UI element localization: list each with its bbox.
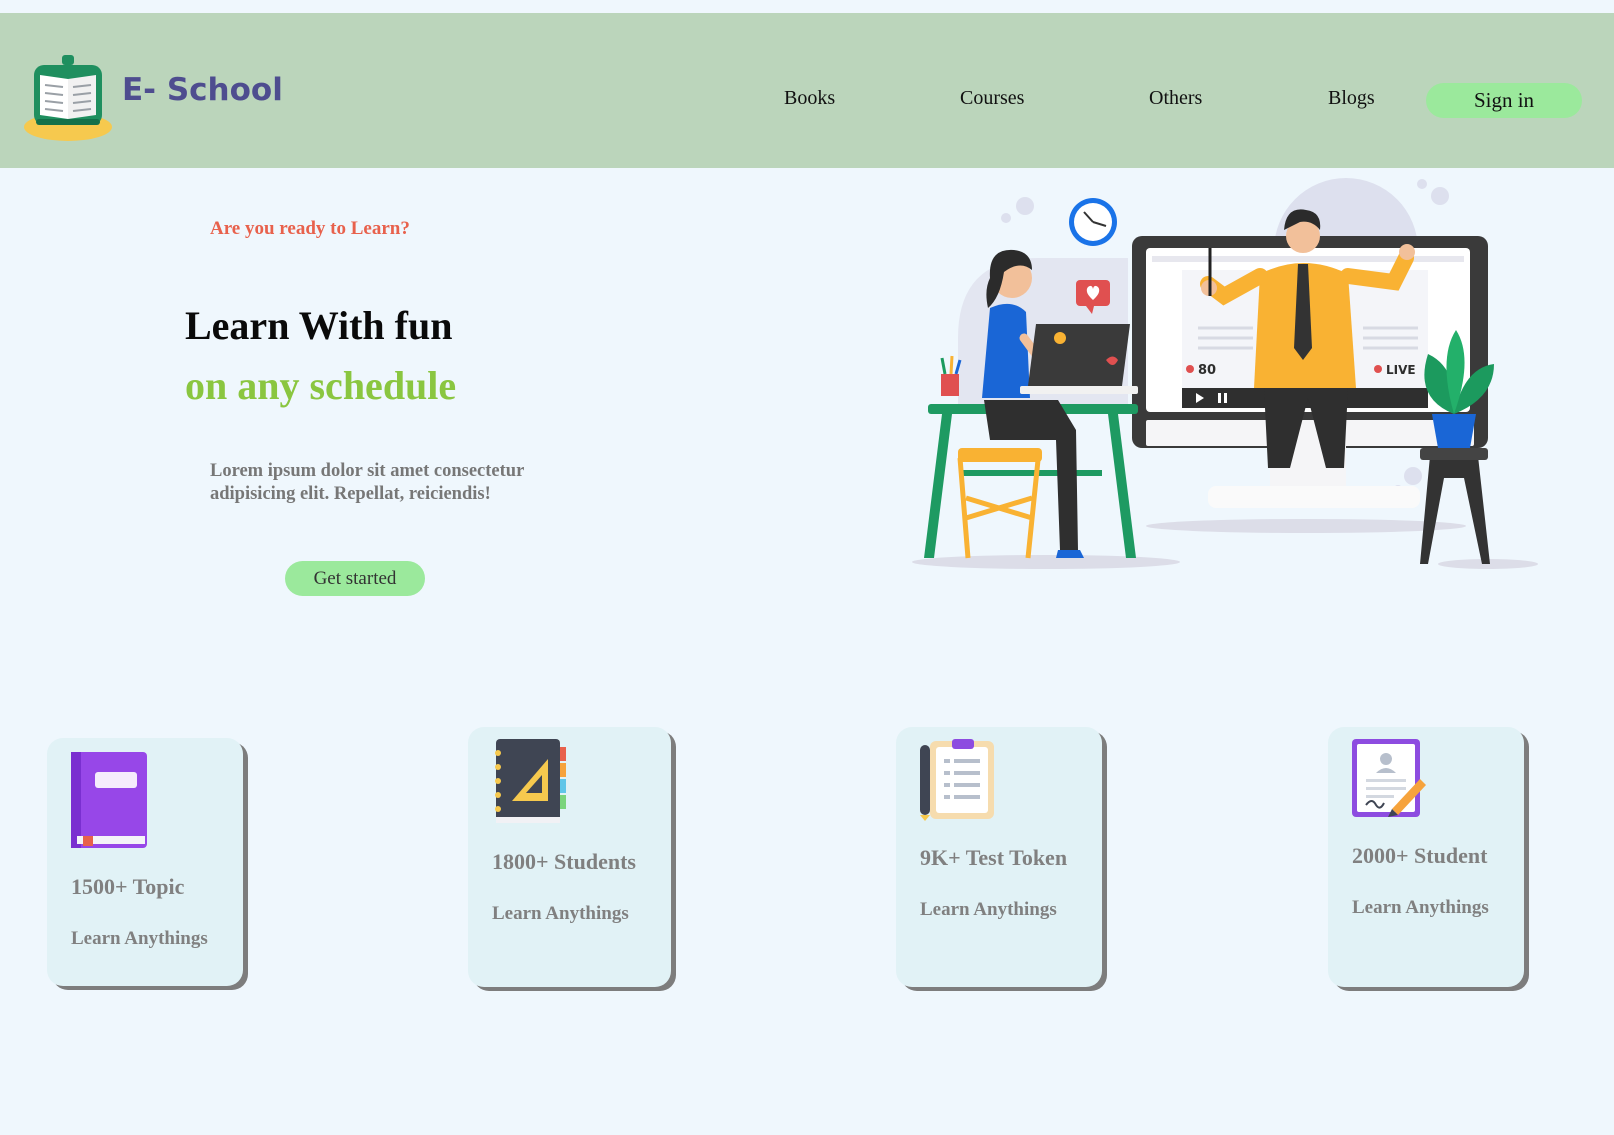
certificate-icon (1352, 739, 1426, 817)
stat-value: 9K+ Test Token (920, 845, 1068, 870)
hero-description: Lorem ipsum dolor sit amet consectetur a… (210, 461, 524, 504)
stat-card-topics[interactable]: 1500+ Topic Learn Anythings (47, 738, 243, 986)
nav-courses[interactable]: Courses (960, 87, 1024, 110)
hero-eyebrow: Are you ready to Learn? (210, 218, 410, 239)
stat-card-students[interactable]: 1800+ Students Learn Anythings (468, 727, 671, 987)
notebook-icon (495, 739, 566, 823)
hero-headline: Learn With fun (185, 303, 453, 348)
stat-label: Learn Anythings (492, 903, 629, 924)
nav-books[interactable]: Books (784, 87, 835, 110)
live-label: LIVE (1386, 363, 1416, 377)
stat-label: Learn Anythings (1352, 897, 1489, 918)
get-started-button[interactable]: Get started (285, 561, 425, 596)
viewer-count: 80 (1198, 363, 1216, 378)
stat-label: Learn Anythings (71, 928, 208, 949)
stat-label: Learn Anythings (920, 899, 1057, 920)
site-header: E- School Books Courses Others Blogs Sig… (0, 13, 1614, 168)
online-learning-illustration: 80 LIVE (912, 178, 1538, 569)
open-book-icon[interactable] (22, 53, 114, 145)
brand-name[interactable]: E- School (122, 72, 283, 108)
hero-subheadline: on any schedule (185, 363, 457, 408)
nav-blogs[interactable]: Blogs (1328, 87, 1375, 110)
clock-icon (1069, 198, 1117, 246)
book-icon (71, 752, 147, 848)
stat-value: 1500+ Topic (71, 874, 185, 899)
stat-card-student-count[interactable]: 2000+ Student Learn Anythings (1328, 727, 1524, 987)
sign-in-button[interactable]: Sign in (1426, 83, 1582, 118)
stat-card-test-tokens[interactable]: 9K+ Test Token Learn Anythings (896, 727, 1102, 987)
nav-others[interactable]: Others (1149, 87, 1202, 110)
clipboard-icon (920, 739, 994, 821)
stat-value: 1800+ Students (492, 849, 636, 874)
stat-value: 2000+ Student (1352, 843, 1488, 868)
